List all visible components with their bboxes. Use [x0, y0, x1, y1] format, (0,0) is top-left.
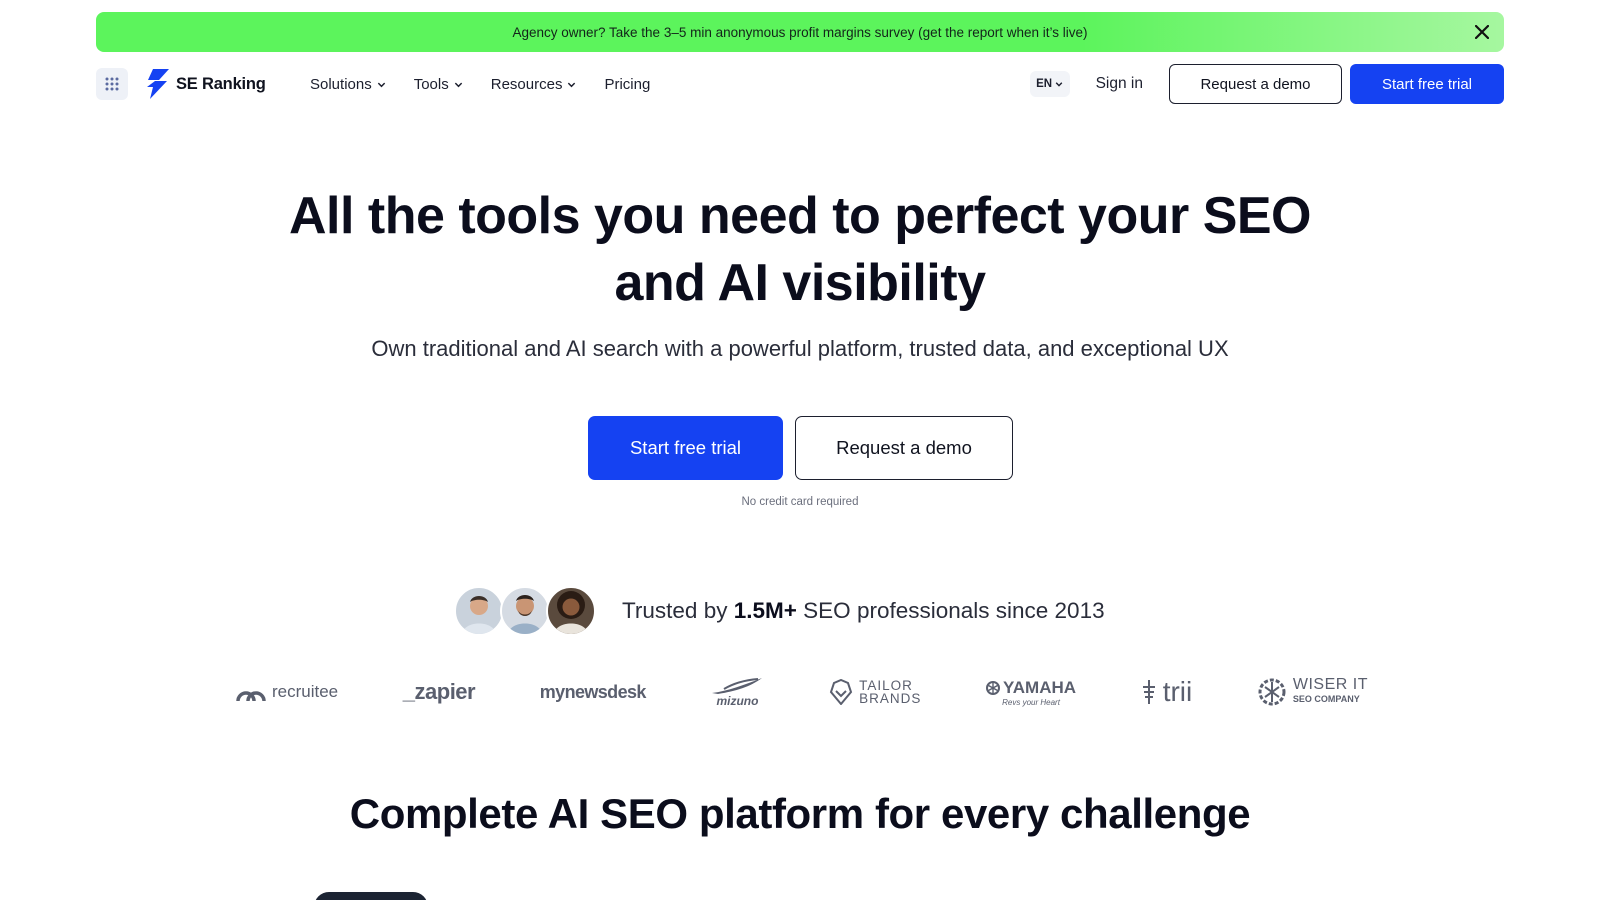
se-ranking-logo-icon: [147, 69, 169, 99]
trust-suffix: SEO professionals since 2013: [803, 598, 1105, 623]
main-menu: Solutions Tools Resources Pricing: [310, 64, 650, 104]
avatar: [546, 586, 596, 636]
yamaha-logo: YAMAHA Revs your Heart: [986, 678, 1076, 707]
close-icon[interactable]: [1472, 22, 1492, 42]
hero-title-line1: All the tools you need to perfect your S…: [288, 187, 1312, 245]
sign-in-link[interactable]: Sign in: [1096, 75, 1143, 93]
hero-request-demo-button[interactable]: Request a demo: [795, 416, 1013, 480]
chevron-down-icon: [454, 82, 462, 87]
brand-sub: BRANDS: [859, 691, 922, 706]
section-tab[interactable]: [314, 892, 428, 900]
start-trial-button[interactable]: Start free trial: [1350, 64, 1504, 104]
hero-subtitle: Own traditional and AI search with a pow…: [371, 336, 1229, 361]
brand-name: trii: [1162, 676, 1193, 707]
brand-name: YAMAHA: [1003, 677, 1077, 697]
menu-pricing[interactable]: Pricing: [604, 76, 650, 93]
zapier-logo: _zapier: [402, 679, 476, 705]
hero-cta-group: Start free trial Request a demo: [588, 416, 1013, 480]
menu-label: Pricing: [604, 75, 651, 93]
wiser-it-logo: WISER IT SEO COMPANY: [1257, 677, 1368, 707]
recruitee-logo: recruitee: [236, 682, 338, 702]
brand-sub: Revs your Heart: [1002, 697, 1060, 707]
language-label: EN: [1036, 78, 1053, 90]
avatar: [500, 586, 550, 636]
menu-solutions[interactable]: Solutions: [310, 76, 386, 93]
trust-number: 1.5M+: [733, 598, 797, 623]
avatar-group: [454, 586, 596, 636]
chevron-down-icon: [377, 82, 385, 87]
top-nav: SE Ranking Solutions Tools Resources Pri…: [96, 64, 1504, 104]
announcement-banner[interactable]: Agency owner? Take the 3–5 min anonymous…: [96, 12, 1504, 52]
hero-title-line2: and AI visibility: [614, 254, 987, 312]
hero-title: All the tools you need to perfect your S…: [0, 183, 1600, 317]
language-selector[interactable]: EN: [1029, 71, 1070, 97]
trust-prefix: Trusted by: [622, 598, 728, 623]
request-demo-button[interactable]: Request a demo: [1169, 64, 1342, 104]
menu-resources[interactable]: Resources: [491, 76, 577, 93]
logo-text: SE Ranking: [176, 74, 266, 93]
hero-start-trial-button[interactable]: Start free trial: [588, 416, 783, 480]
chevron-down-icon: [568, 82, 576, 87]
mynewsdesk-logo: mynewsdesk: [539, 681, 647, 703]
mizuno-logo: mizuno: [710, 677, 764, 707]
no-credit-card-note: No credit card required: [741, 496, 859, 508]
banner-text[interactable]: Agency owner? Take the 3–5 min anonymous…: [512, 25, 1087, 40]
avatar: [454, 586, 504, 636]
trust-text: Trusted by 1.5M+ SEO professionals since…: [622, 598, 1105, 624]
brand-name: recruitee: [272, 682, 339, 701]
brand-name: WISER IT: [1292, 676, 1368, 693]
nav-actions: EN Sign in Request a demo Start free tri…: [1029, 64, 1504, 104]
section-title: Complete AI SEO platform for every chall…: [349, 790, 1251, 837]
customer-logos: recruitee _zapier mynewsdesk mizuno TAIL…: [236, 668, 1368, 716]
menu-label: Solutions: [310, 75, 372, 93]
trii-logo: trii: [1141, 676, 1193, 707]
menu-tools[interactable]: Tools: [414, 76, 463, 93]
trust-row: Trusted by 1.5M+ SEO professionals since…: [454, 585, 1105, 637]
tailor-brands-logo: TAILOR BRANDS: [829, 679, 921, 705]
brand-name: mynewsdesk: [539, 681, 647, 702]
chevron-down-icon: [1055, 82, 1063, 87]
menu-label: Tools: [413, 75, 449, 93]
menu-label: Resources: [490, 75, 563, 93]
brand-name: mizuno: [716, 694, 759, 708]
logo[interactable]: SE Ranking: [144, 69, 266, 99]
brand-sub: SEO COMPANY: [1292, 694, 1360, 704]
apps-grid-icon[interactable]: [96, 68, 128, 100]
brand-name: _zapier: [402, 679, 476, 704]
